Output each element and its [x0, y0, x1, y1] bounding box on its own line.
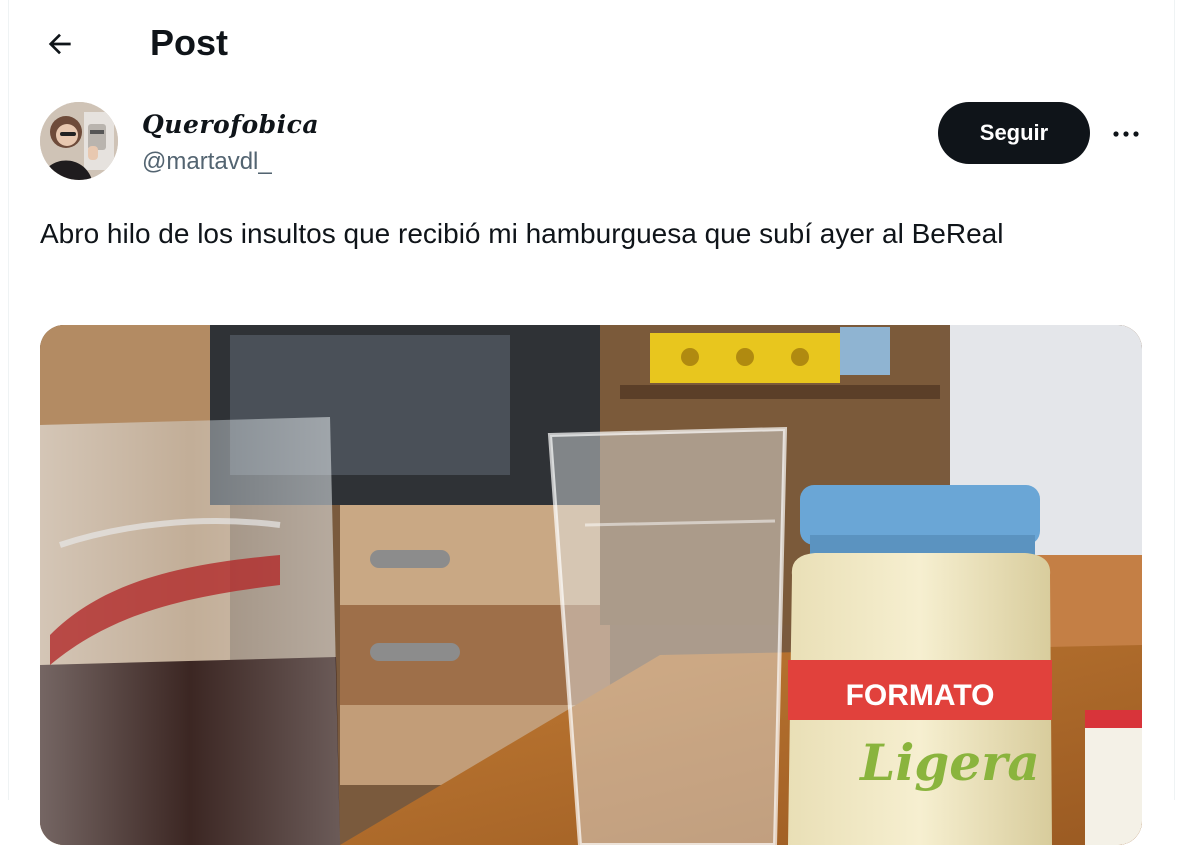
arrow-left-icon [48, 33, 71, 55]
post-author: Querofobica @martavdl_ Seguir [40, 102, 1160, 182]
frame-divider-right [1174, 0, 1175, 800]
author-display-name[interactable]: Querofobica [142, 110, 319, 139]
page-title: Post [150, 22, 229, 63]
avatar-image [40, 102, 118, 180]
frame-divider-left [8, 0, 9, 800]
jar-label-text: FORMATO [846, 679, 995, 712]
author-handle[interactable]: @martavdl_ [142, 148, 272, 176]
more-options-button[interactable] [1106, 116, 1146, 152]
photo-scene: FORMATO Ligera [40, 325, 1142, 845]
post-header: Post [0, 0, 1200, 86]
more-horizontal-icon [1113, 131, 1139, 137]
jar-brand-text: Ligera [858, 733, 1040, 792]
tweet-text: Abro hilo de los insultos que recibió mi… [40, 218, 1004, 249]
post-photo[interactable]: FORMATO Ligera [40, 325, 1142, 845]
back-button[interactable] [38, 22, 82, 66]
avatar[interactable] [40, 102, 118, 180]
follow-button[interactable]: Seguir [938, 102, 1090, 164]
